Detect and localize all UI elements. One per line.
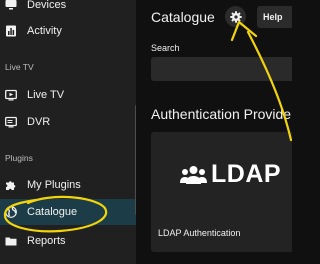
section-header-plugins: Plugins bbox=[5, 153, 33, 163]
plugin-logo: LDAP bbox=[180, 162, 281, 187]
main-content: Catalogue Help Search Authentication Pro… bbox=[140, 0, 292, 264]
live-tv-icon bbox=[5, 89, 17, 101]
page-title: Catalogue bbox=[151, 9, 215, 25]
sidebar-item-catalogue[interactable]: Catalogue bbox=[0, 199, 136, 225]
sidebar-item-label: Catalogue bbox=[27, 206, 78, 218]
sidebar-item-label: Reports bbox=[27, 235, 66, 247]
dvr-icon bbox=[5, 116, 17, 128]
sidebar-item-live-tv[interactable]: Live TV bbox=[0, 82, 136, 108]
sidebar-scrollbar[interactable] bbox=[135, 105, 136, 215]
sidebar-item-dvr[interactable]: DVR bbox=[0, 109, 136, 135]
activity-icon bbox=[6, 25, 16, 37]
sidebar: Devices Activity Live TV Live TV DVR Plu… bbox=[0, 0, 136, 264]
globe-icon bbox=[5, 206, 17, 218]
devices-icon bbox=[5, 0, 17, 10]
users-icon bbox=[180, 165, 207, 184]
plugin-card-ldap[interactable]: LDAP LDAP Authentication bbox=[151, 132, 292, 252]
search-input[interactable] bbox=[151, 57, 292, 81]
sidebar-item-activity[interactable]: Activity bbox=[0, 18, 136, 44]
category-title: Authentication Providers bbox=[151, 106, 292, 122]
help-button[interactable]: Help bbox=[257, 6, 292, 28]
section-header-live-tv: Live TV bbox=[5, 62, 34, 72]
folder-icon bbox=[5, 237, 17, 246]
search-label: Search bbox=[151, 43, 180, 53]
sidebar-item-label: My Plugins bbox=[27, 179, 81, 191]
sidebar-item-label: Devices bbox=[27, 0, 67, 11]
plugin-logo-text: LDAP bbox=[211, 160, 282, 188]
plugin-name: LDAP Authentication bbox=[158, 228, 241, 238]
sidebar-item-my-plugins[interactable]: My Plugins bbox=[0, 172, 136, 198]
sidebar-item-devices[interactable]: Devices bbox=[0, 0, 136, 18]
sidebar-item-label: Live TV bbox=[27, 89, 65, 101]
gear-icon bbox=[229, 10, 242, 23]
settings-button[interactable] bbox=[225, 6, 246, 27]
app-root: Devices Activity Live TV Live TV DVR Plu… bbox=[0, 0, 292, 264]
sidebar-item-label: Activity bbox=[27, 25, 62, 37]
puzzle-icon bbox=[6, 181, 16, 190]
sidebar-item-label: DVR bbox=[27, 116, 51, 128]
sidebar-item-reports[interactable]: Reports bbox=[0, 228, 136, 254]
